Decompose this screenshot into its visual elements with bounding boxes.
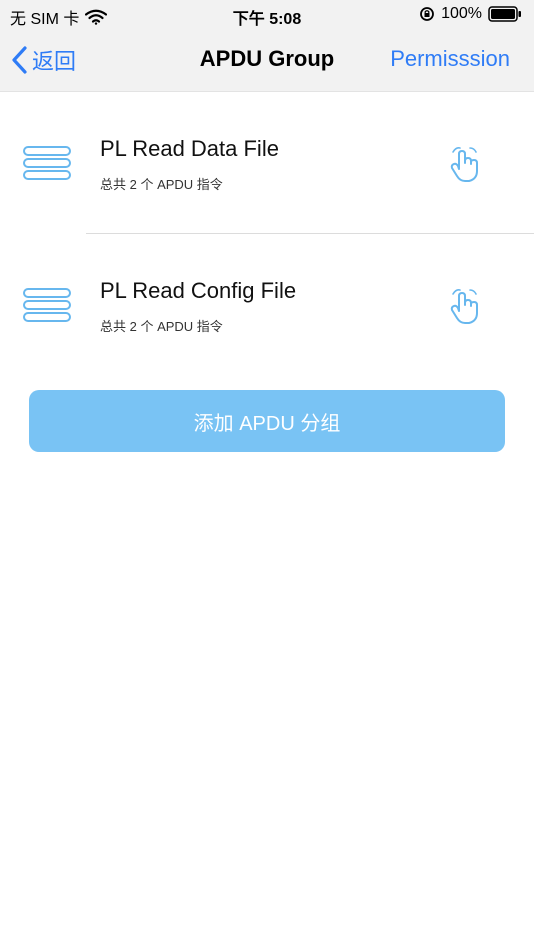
status-bar: 无 SIM 卡 下午 5:08 100%	[0, 0, 534, 30]
add-apdu-group-button[interactable]: 添加 APDU 分组	[29, 390, 505, 452]
stack-icon	[23, 288, 71, 322]
group-subtitle: 总共 2 个 APDU 指令	[100, 177, 223, 192]
rotation-lock-icon	[420, 7, 434, 21]
list-item[interactable]: PL Read Config File 总共 2 个 APDU 指令	[0, 234, 534, 376]
battery-percent: 100%	[441, 5, 482, 22]
permission-button[interactable]: Permisssion	[390, 46, 510, 72]
group-subtitle: 总共 2 个 APDU 指令	[100, 319, 223, 334]
status-right: 100%	[419, 5, 522, 23]
list-item[interactable]: PL Read Data File 总共 2 个 APDU 指令	[0, 92, 534, 234]
stack-icon	[23, 146, 71, 180]
group-title: PL Read Data File	[100, 136, 279, 161]
navigation-bar: 返回 APDU Group Permisssion	[0, 30, 534, 92]
tap-hand-icon[interactable]	[447, 286, 483, 326]
group-title: PL Read Config File	[100, 278, 297, 303]
apdu-group-list: PL Read Data File 总共 2 个 APDU 指令 PL Read…	[0, 92, 534, 376]
tap-hand-icon[interactable]	[447, 144, 483, 184]
battery-icon	[488, 6, 521, 22]
